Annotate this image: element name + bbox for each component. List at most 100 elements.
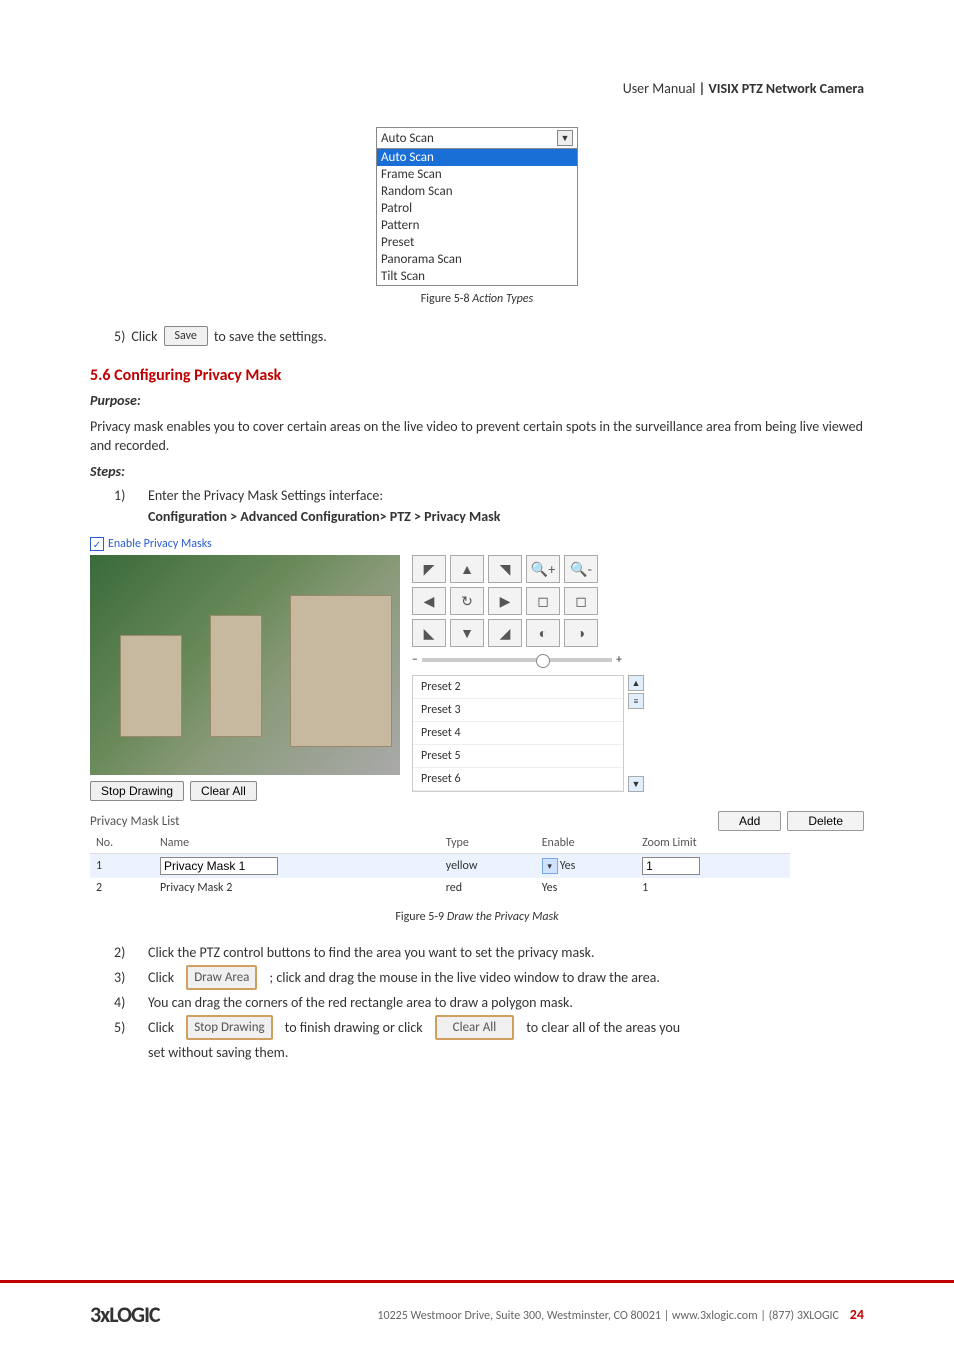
- step-number: 5): [114, 1019, 136, 1036]
- save-button[interactable]: Save: [164, 326, 208, 346]
- step-text-pre: Click: [148, 969, 174, 986]
- ptz-right-icon[interactable]: ▶: [488, 587, 522, 615]
- slider-thumb[interactable]: [536, 654, 550, 668]
- ptz-up-icon[interactable]: ▲: [450, 555, 484, 583]
- preset-item[interactable]: Preset 2: [413, 676, 623, 699]
- cell-zoom: 1: [636, 878, 790, 898]
- focus-near-icon[interactable]: ◻: [526, 587, 560, 615]
- caption-prefix: Figure 5-8: [421, 292, 470, 306]
- ptz-auto-icon[interactable]: ↻: [450, 587, 484, 615]
- steps-label: Steps:: [90, 462, 864, 482]
- live-video-preview[interactable]: [90, 555, 400, 775]
- clear-all-button[interactable]: Clear All: [435, 1015, 515, 1040]
- cell-type: yellow: [440, 854, 536, 879]
- list-icon[interactable]: ≡: [628, 693, 644, 709]
- focus-far-icon[interactable]: ◻: [564, 587, 598, 615]
- iris-close-icon[interactable]: ◑: [564, 619, 598, 647]
- mask-name-input[interactable]: [160, 857, 278, 875]
- zoom-limit-input[interactable]: [642, 857, 700, 875]
- step-text-pre: Click: [148, 1019, 174, 1036]
- col-no: No.: [90, 833, 154, 854]
- step-text-post: to save the settings.: [214, 328, 327, 345]
- step-text-post: to clear all of the areas you: [526, 1019, 680, 1036]
- checkbox-icon: ✓: [90, 537, 104, 551]
- figure-caption-1: Figure 5-8 Action Types: [90, 292, 864, 306]
- section-heading: 5.6 Configuring Privacy Mask: [90, 366, 864, 385]
- draw-area-button[interactable]: Draw Area: [186, 965, 257, 990]
- page-number: 24: [850, 1306, 864, 1323]
- purpose-label: Purpose:: [90, 391, 864, 411]
- dropdown-option[interactable]: Pattern: [377, 217, 577, 234]
- ptz-down-icon[interactable]: ▼: [450, 619, 484, 647]
- caption-title: Action Types: [470, 292, 534, 306]
- preset-item[interactable]: Preset 3: [413, 699, 623, 722]
- brand-logo: 3xLOGIC: [90, 1301, 160, 1328]
- chevron-down-icon[interactable]: ▾: [542, 858, 558, 874]
- dropdown-option[interactable]: Frame Scan: [377, 166, 577, 183]
- step-text-mid: to finish drawing or click: [285, 1019, 423, 1036]
- iris-open-icon[interactable]: ◐: [526, 619, 560, 647]
- page-footer: 3xLOGIC 10225 Westmoor Drive, Suite 300,…: [0, 1280, 954, 1346]
- preset-item[interactable]: Preset 4: [413, 722, 623, 745]
- col-enable: Enable: [536, 833, 636, 854]
- cell-type: red: [440, 878, 536, 898]
- table-row[interactable]: 2 Privacy Mask 2 red Yes 1: [90, 878, 790, 898]
- dropdown-list: Auto Scan Frame Scan Random Scan Patrol …: [377, 149, 577, 285]
- dropdown-option[interactable]: Panorama Scan: [377, 251, 577, 268]
- cell-no: 2: [90, 878, 154, 898]
- page-header: User Manual | VISIX PTZ Network Camera: [90, 80, 864, 97]
- ptz-up-left-icon[interactable]: ◤: [412, 555, 446, 583]
- figure-caption-2: Figure 5-9 Draw the Privacy Mask: [90, 910, 864, 924]
- table-row[interactable]: 1 yellow ▾Yes: [90, 854, 790, 879]
- minus-icon: −: [412, 653, 418, 667]
- ptz-control-grid: ◤ ▲ ◥ 🔍+ 🔍- ◀ ↻ ▶ ◻ ◻ ◣ ▼ ◢ ◐ ◑: [412, 555, 644, 647]
- dropdown-option[interactable]: Auto Scan: [377, 149, 577, 166]
- ptz-speed-slider[interactable]: − +: [412, 653, 622, 667]
- privacy-mask-table: No. Name Type Enable Zoom Limit 1 yellow…: [90, 833, 790, 898]
- section-title: Configuring Privacy Mask: [111, 366, 282, 385]
- ptz-down-left-icon[interactable]: ◣: [412, 619, 446, 647]
- dropdown-option[interactable]: Patrol: [377, 200, 577, 217]
- step-text: Enter the Privacy Mask Settings interfac…: [148, 487, 383, 504]
- mask-list-title: Privacy Mask List: [90, 814, 179, 829]
- ptz-left-icon[interactable]: ◀: [412, 587, 446, 615]
- stop-drawing-button[interactable]: Stop Drawing: [186, 1015, 272, 1040]
- step-text: Click the PTZ control buttons to find th…: [148, 944, 595, 961]
- section-number: 5.6: [90, 366, 111, 385]
- add-button[interactable]: Add: [718, 811, 781, 831]
- cell-name: Privacy Mask 2: [154, 878, 440, 898]
- delete-button[interactable]: Delete: [787, 811, 864, 831]
- ptz-down-right-icon[interactable]: ◢: [488, 619, 522, 647]
- scroll-up-icon[interactable]: ▲: [628, 675, 644, 691]
- chevron-down-icon[interactable]: ▼: [557, 130, 573, 146]
- col-type: Type: [440, 833, 536, 854]
- col-zoom: Zoom Limit: [636, 833, 790, 854]
- zoom-out-icon[interactable]: 🔍-: [564, 555, 598, 583]
- col-name: Name: [154, 833, 440, 854]
- header-light: User Manual: [623, 80, 699, 97]
- caption-title: Draw the Privacy Mask: [444, 910, 559, 924]
- scroll-down-icon[interactable]: ▼: [628, 776, 644, 792]
- preset-item[interactable]: Preset 6: [413, 768, 623, 791]
- dropdown-option[interactable]: Preset: [377, 234, 577, 251]
- breadcrumb: Configuration > Advanced Configuration> …: [148, 508, 864, 525]
- step-text-line2: set without saving them.: [148, 1044, 288, 1061]
- step-number: 1): [114, 487, 136, 504]
- step-number: 5): [114, 328, 125, 345]
- zoom-in-icon[interactable]: 🔍+: [526, 555, 560, 583]
- preset-list: Preset 2 Preset 3 Preset 4 Preset 5 Pres…: [412, 675, 624, 792]
- cell-enable: Yes: [560, 859, 576, 873]
- dropdown-option[interactable]: Random Scan: [377, 183, 577, 200]
- ptz-up-right-icon[interactable]: ◥: [488, 555, 522, 583]
- action-type-dropdown[interactable]: Auto Scan ▼ Auto Scan Frame Scan Random …: [376, 127, 578, 286]
- dropdown-option[interactable]: Tilt Scan: [377, 268, 577, 285]
- header-bold: | VISIX PTZ Network Camera: [699, 80, 864, 97]
- step-number: 2): [114, 944, 136, 961]
- preset-item[interactable]: Preset 5: [413, 745, 623, 768]
- cell-enable: Yes: [536, 878, 636, 898]
- footer-text: 10225 Westmoor Drive, Suite 300, Westmin…: [377, 1306, 864, 1323]
- enable-privacy-checkbox[interactable]: ✓ Enable Privacy Masks: [90, 537, 864, 551]
- cell-no: 1: [90, 854, 154, 879]
- clear-all-button[interactable]: Clear All: [190, 781, 257, 801]
- stop-drawing-button[interactable]: Stop Drawing: [90, 781, 184, 801]
